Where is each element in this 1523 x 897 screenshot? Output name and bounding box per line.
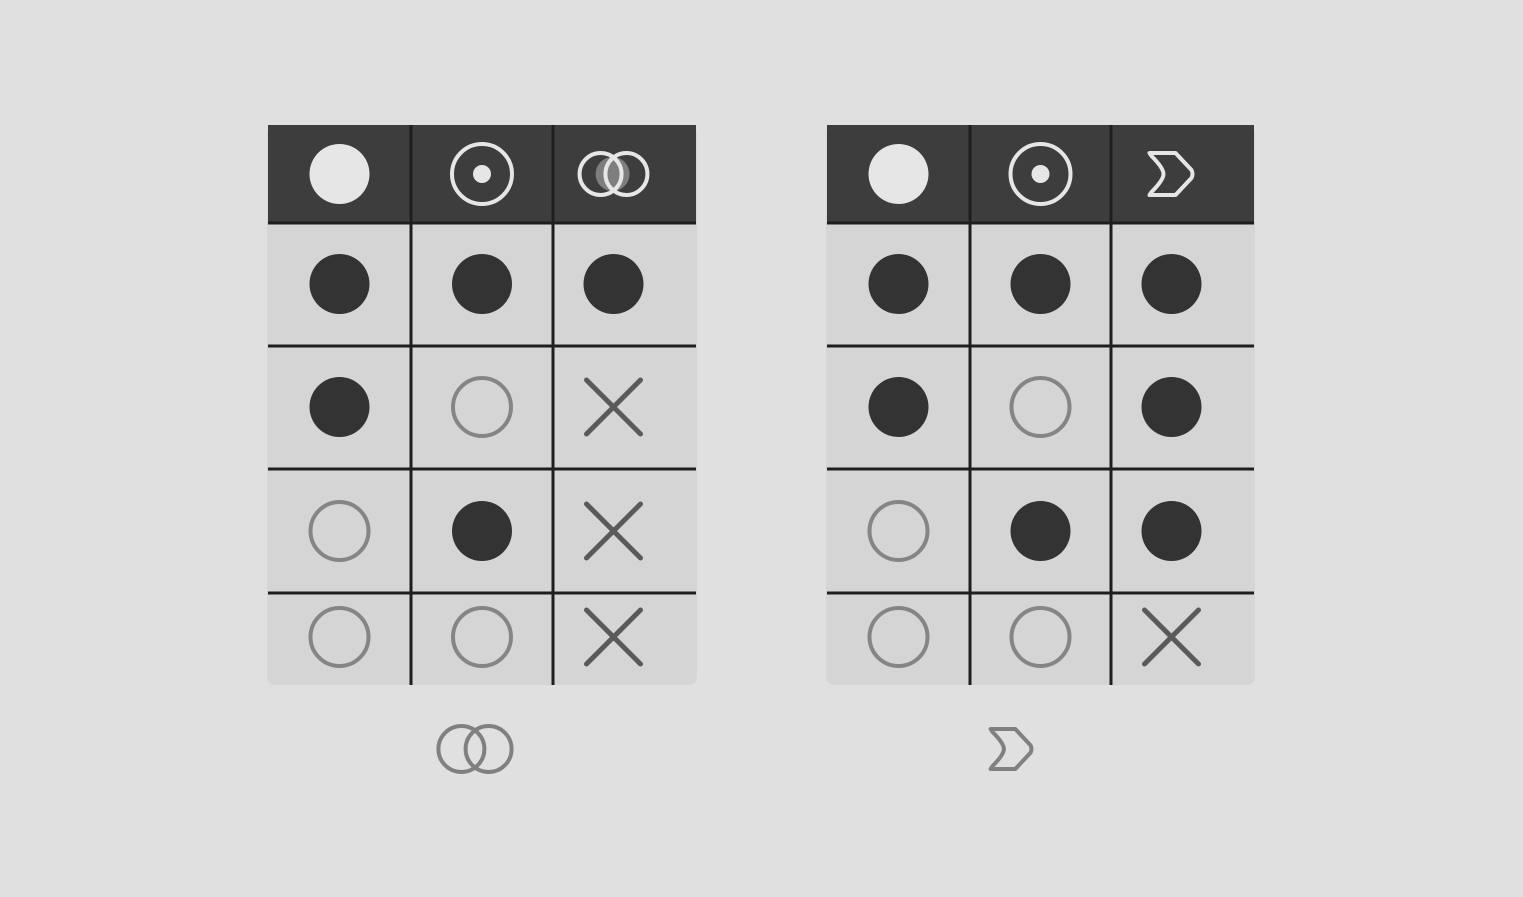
filled-circle-icon bbox=[868, 144, 929, 204]
filled-circle-icon bbox=[309, 144, 370, 204]
filled-circle-mark bbox=[309, 377, 370, 437]
table-row bbox=[868, 254, 1202, 314]
background bbox=[0, 0, 1523, 897]
filled-circle-mark bbox=[309, 254, 370, 314]
filled-circle-mark bbox=[1141, 254, 1202, 314]
table-row bbox=[309, 254, 644, 314]
filled-circle-mark bbox=[1010, 254, 1071, 314]
overlap-lens bbox=[595, 157, 630, 191]
filled-circle-mark bbox=[452, 254, 512, 314]
filled-circle-mark bbox=[583, 254, 644, 314]
circled-dot-center bbox=[1031, 165, 1050, 183]
filled-circle-mark bbox=[1141, 501, 1202, 561]
filled-circle-mark bbox=[1141, 377, 1202, 437]
table-intersection bbox=[267, 125, 697, 685]
filled-circle-mark bbox=[868, 377, 929, 437]
circled-dot-center bbox=[473, 165, 491, 183]
filled-circle-mark bbox=[1010, 501, 1071, 561]
truth-table-diagram bbox=[0, 0, 1523, 897]
table-chevron bbox=[826, 125, 1255, 685]
filled-circle-mark bbox=[452, 501, 512, 561]
filled-circle-mark bbox=[868, 254, 929, 314]
